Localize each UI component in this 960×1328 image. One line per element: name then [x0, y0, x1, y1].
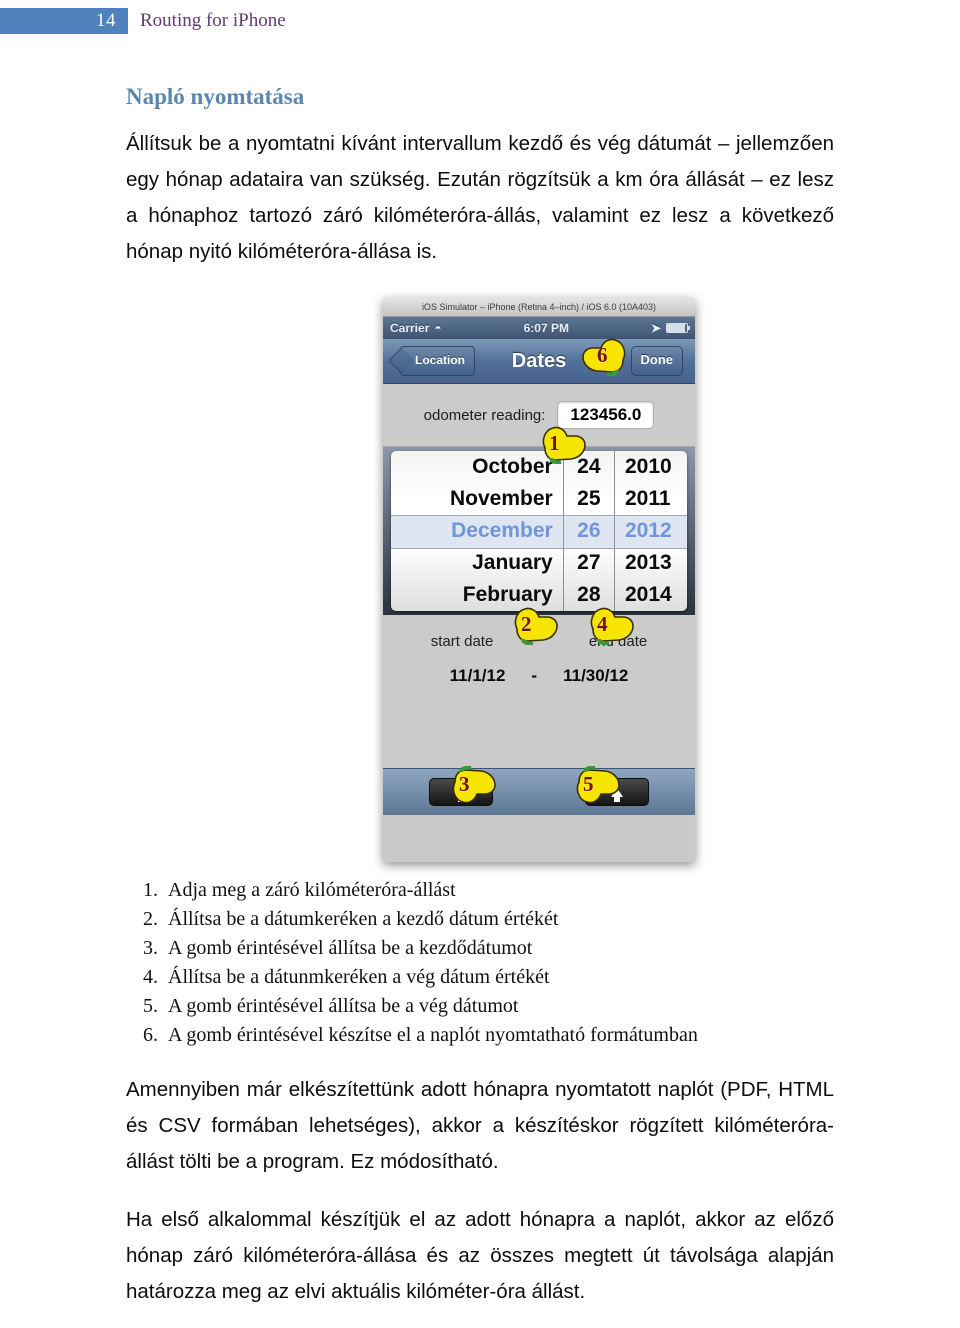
month-wheel[interactable]: October November December January Februa…	[391, 451, 564, 611]
end-date-label: end date	[588, 633, 648, 650]
bottom-toolbar	[383, 768, 695, 815]
page-header: 14 Routing for iPhone	[0, 0, 960, 46]
day-wheel[interactable]: 24 25 26 27 28	[564, 451, 615, 611]
month-item-selected[interactable]: December	[391, 515, 563, 547]
wifi-icon: ◓	[434, 321, 442, 335]
month-item[interactable]: October	[391, 451, 563, 483]
arrow-up-icon	[611, 787, 623, 802]
simulator-titlebar: iOS Simulator – iPhone (Retina 4–inch) /…	[383, 298, 695, 317]
year-item-selected[interactable]: 2012	[615, 515, 687, 547]
step-number: 5.	[143, 995, 158, 1017]
set-start-date-button[interactable]	[429, 778, 493, 806]
start-date-label: start date	[430, 633, 494, 650]
dates-summary-area: start date end date 11/1/12 - 11/30/12	[383, 615, 695, 815]
page-content: Napló nyomtatása Állítsuk be a nyomtatni…	[0, 46, 960, 1310]
step-text: Állítsa be a dátunmkeréken a vég dátum é…	[168, 966, 550, 988]
done-button[interactable]: Done	[630, 346, 683, 376]
back-button-location[interactable]: Location	[400, 346, 475, 376]
list-item: 4. Állítsa be a dátunmkeréken a vég dátum…	[143, 963, 960, 992]
step-text: A gomb érintésével készítse el a naplót …	[168, 1024, 698, 1046]
step-text: A gomb érintésével állítsa be a kezdődát…	[168, 937, 533, 959]
date-labels-row: start date end date	[383, 615, 695, 650]
step-number: 1.	[143, 879, 158, 901]
day-item[interactable]: 24	[564, 451, 614, 483]
status-bar-time: 6:07 PM	[523, 321, 569, 335]
month-item[interactable]: February	[391, 579, 563, 611]
step-text: Állítsa be a dátumkeréken a kezdő dátum …	[168, 908, 559, 930]
step-number: 6.	[143, 1024, 158, 1046]
location-arrow-icon: ➤	[650, 321, 661, 335]
list-item: 6. A gomb érintésével készítse el a napló…	[143, 1021, 960, 1050]
odometer-input[interactable]: 123456.0	[557, 401, 655, 429]
step-number: 4.	[143, 966, 158, 988]
list-item: 3. A gomb érintésével állítsa be a kezdőd…	[143, 934, 960, 963]
paragraph-3: Ha első alkalommal készítjük el az adott…	[126, 1208, 834, 1303]
iphone-simulator-screenshot: iOS Simulator – iPhone (Retina 4–inch) /…	[383, 298, 695, 862]
year-wheel[interactable]: 2010 2011 2012 2013 2014	[615, 451, 687, 611]
date-values-row: 11/1/12 - 11/30/12	[383, 650, 695, 686]
date-picker-area: October November December January Februa…	[383, 447, 695, 615]
carrier-label: Carrier	[390, 321, 430, 335]
year-item[interactable]: 2013	[615, 547, 687, 579]
date-picker[interactable]: October November December January Februa…	[391, 451, 687, 611]
year-item[interactable]: 2010	[615, 451, 687, 483]
steps-list: 1. Adja meg a záró kilóméteróra-állást 2.…	[0, 876, 960, 1050]
day-item-selected[interactable]: 26	[564, 515, 614, 547]
set-end-date-button[interactable]	[585, 778, 649, 806]
year-item[interactable]: 2011	[615, 483, 687, 515]
status-bar-left: Carrier ◓	[390, 321, 442, 335]
page-number-badge: 14	[0, 8, 128, 34]
end-date-value: 11/30/12	[563, 666, 629, 685]
list-item: 1. Adja meg a záró kilóméteróra-állást	[143, 876, 960, 905]
year-item[interactable]: 2014	[615, 579, 687, 611]
day-item[interactable]: 28	[564, 579, 614, 611]
date-separator: -	[531, 666, 538, 685]
step-text: Adja meg a záró kilóméteróra-állást	[168, 879, 456, 901]
battery-icon	[666, 323, 690, 333]
day-item[interactable]: 27	[564, 547, 614, 579]
intro-paragraph: Állítsuk be a nyomtatni kívánt intervall…	[126, 132, 834, 263]
screenshot-figure: iOS Simulator – iPhone (Retina 4–inch) /…	[0, 296, 960, 874]
document-title: Routing for iPhone	[140, 10, 286, 31]
list-item: 5. A gomb érintésével állítsa be a vég dá…	[143, 992, 960, 1021]
odometer-label: odometer reading:	[423, 406, 546, 424]
navigation-bar: Location Dates Done	[383, 339, 695, 384]
paragraph-2: Amennyiben már elkészítettünk adott hóna…	[126, 1078, 834, 1173]
step-number: 2.	[143, 908, 158, 930]
month-item[interactable]: January	[391, 547, 563, 579]
month-item[interactable]: November	[391, 483, 563, 515]
list-item: 2. Állítsa be a dátumkeréken a kezdő dátu…	[143, 905, 960, 934]
step-number: 3.	[143, 937, 158, 959]
section-heading: Napló nyomtatása	[126, 84, 305, 109]
start-date-value: 11/1/12	[449, 666, 506, 685]
day-item[interactable]: 25	[564, 483, 614, 515]
status-bar: Carrier ◓ 6:07 PM ➤	[383, 317, 695, 339]
arrow-up-icon	[455, 787, 467, 802]
odometer-row: odometer reading: 123456.0	[383, 384, 695, 447]
step-text: A gomb érintésével állítsa be a vég dátu…	[168, 995, 519, 1017]
status-bar-right: ➤	[650, 321, 690, 335]
